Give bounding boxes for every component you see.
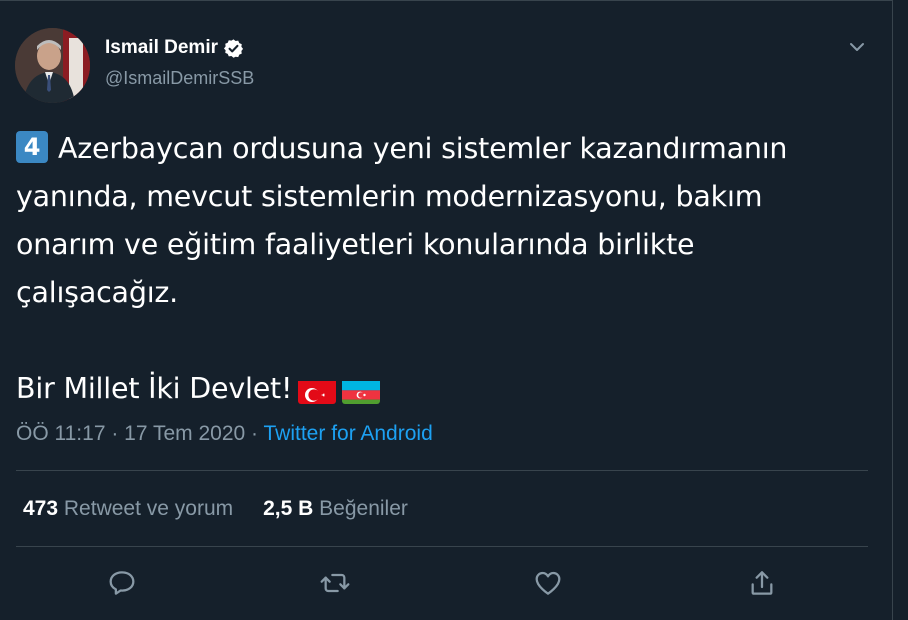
divider (16, 546, 868, 547)
tweet-line-5: Bir Millet İki Devlet! (16, 365, 876, 413)
tweet-text-line: Azerbaycan ordusuna yeni sistemler kazan… (58, 132, 788, 165)
tweet-stats: 473 Retweet ve yorum 2,5 B Beğeniler (23, 497, 408, 521)
azerbaijan-flag-icon (342, 376, 381, 404)
tweet-text-line: Bir Millet İki Devlet! (16, 372, 293, 405)
retweets-stat[interactable]: 473 Retweet ve yorum (23, 497, 233, 520)
reply-icon[interactable] (106, 567, 138, 599)
tweet-text: 4 Azerbaycan ordusuna yeni sistemler kaza… (16, 125, 876, 413)
author-handle[interactable]: @IsmailDemirSSB (105, 68, 254, 89)
retweets-label: Retweet ve yorum (63, 497, 234, 520)
avatar[interactable] (15, 28, 90, 103)
likes-stat[interactable]: 2,5 B Beğeniler (263, 497, 408, 520)
chevron-down-icon[interactable] (845, 35, 869, 59)
tweet-time[interactable]: ÖÖ 11:17 (16, 422, 106, 445)
retweets-count: 473 (23, 497, 59, 520)
heart-icon[interactable] (532, 567, 564, 599)
tweet-line-2: yanında, mevcut sistemlerin modernizasyo… (16, 180, 763, 213)
meta-separator: · (105, 422, 125, 445)
author-name[interactable]: Ismail Demir (105, 37, 218, 59)
tweet-card: Ismail Demir @IsmailDemirSSB 4 Azerbaycan… (0, 0, 893, 620)
verified-badge-icon (223, 38, 244, 59)
tweet-line-4: çalışacağız. (16, 276, 179, 309)
likes-count: 2,5 B (263, 497, 314, 520)
tweet-line-3: onarım ve eğitim faaliyetleri konularınd… (16, 228, 695, 261)
author-name-row[interactable]: Ismail Demir (105, 37, 244, 59)
keycap-four-emoji: 4 (16, 131, 48, 163)
likes-label: Beğeniler (319, 497, 408, 520)
retweet-icon[interactable] (319, 567, 351, 599)
meta-separator: · (245, 422, 264, 445)
divider (16, 470, 868, 471)
tweet-line-1: 4 Azerbaycan ordusuna yeni sistemler kaza… (16, 125, 876, 173)
tweet-date[interactable]: 17 Tem 2020 (124, 422, 245, 445)
tweet-meta: ÖÖ 11:17 · 17 Tem 2020 · Twitter for And… (16, 422, 433, 446)
tweet-source-link[interactable]: Twitter for Android (264, 422, 433, 445)
turkey-flag-icon (298, 376, 337, 404)
share-icon[interactable] (746, 567, 778, 599)
tweet-actions (0, 567, 893, 599)
